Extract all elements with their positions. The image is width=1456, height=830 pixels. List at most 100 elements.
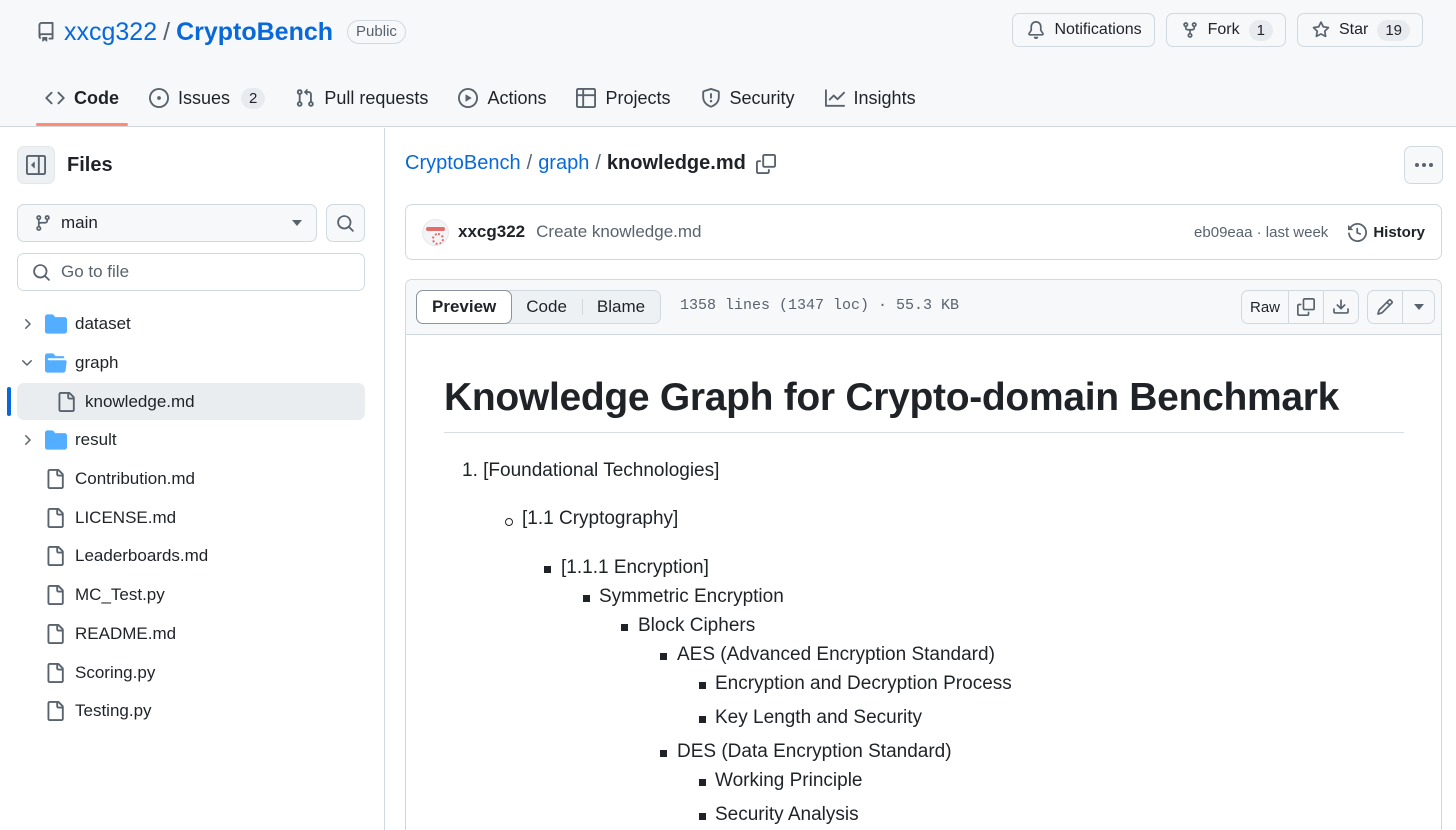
tab-security[interactable]: Security — [692, 78, 804, 118]
edit-dropdown-button[interactable] — [1402, 291, 1434, 323]
file-icon — [47, 585, 64, 606]
commit-author[interactable]: xxcg322 — [458, 222, 525, 242]
commit-message[interactable]: Create knowledge.md — [536, 222, 701, 242]
tab-pull-requests[interactable]: Pull requests — [286, 78, 437, 118]
copy-raw-button[interactable] — [1288, 291, 1323, 323]
bullet-square — [660, 653, 667, 660]
shield-icon — [701, 88, 721, 108]
kebab-horizontal-icon — [1414, 163, 1419, 167]
tab-code-view[interactable]: Code — [511, 291, 582, 323]
tab-projects[interactable]: Projects — [567, 78, 679, 118]
tree-item-label: Scoring.py — [75, 662, 156, 682]
tab-blame[interactable]: Blame — [581, 291, 660, 323]
file-icon — [47, 469, 64, 490]
branch-selector[interactable]: main — [17, 204, 317, 242]
tab-actions[interactable]: Actions — [449, 78, 555, 118]
breadcrumb: CryptoBench / graph / knowledge.md — [405, 152, 776, 175]
tab-insights[interactable]: Insights — [816, 78, 925, 118]
search-icon — [32, 263, 51, 282]
bullet-square — [621, 624, 628, 631]
repo-title: xxcg322 / CryptoBench Public — [36, 14, 406, 50]
chevron-down-icon — [22, 360, 32, 366]
tab-issues-label: Issues — [178, 87, 231, 108]
play-icon — [458, 88, 479, 108]
list-item-text: Security Analysis — [715, 804, 859, 825]
notifications-label: Notifications — [1054, 21, 1142, 38]
breadcrumb-folder-link[interactable]: graph — [538, 152, 589, 175]
tree-item-label: knowledge.md — [85, 391, 195, 411]
raw-actions: Raw — [1241, 290, 1360, 324]
edit-file-button[interactable] — [1368, 291, 1402, 323]
star-button[interactable]: Star 19 — [1296, 13, 1423, 47]
search-files-button[interactable] — [326, 204, 365, 242]
tree-item-readme-md[interactable]: README.md — [0, 615, 385, 654]
files-header: Files — [17, 146, 113, 184]
tab-issues[interactable]: Issues 2 — [140, 78, 274, 118]
breadcrumb-repo-link[interactable]: CryptoBench — [405, 152, 521, 175]
bullet-square — [544, 566, 551, 573]
tree-item-knowledge-md[interactable]: knowledge.md — [0, 382, 385, 421]
repo-name-link[interactable]: CryptoBench — [176, 18, 333, 47]
code-icon — [45, 88, 65, 108]
fork-label: Fork — [1207, 21, 1240, 38]
commit-meta[interactable]: eb09eaa · last week — [1194, 224, 1328, 241]
tree-item-label: dataset — [75, 314, 131, 334]
tree-item-dataset[interactable]: dataset — [0, 305, 385, 344]
repo-icon — [36, 22, 56, 42]
tree-item-testing-py[interactable]: Testing.py — [0, 692, 385, 731]
list-item-text: Working Principle — [715, 770, 863, 791]
tree-item-label: README.md — [75, 623, 177, 643]
bullet-square — [699, 813, 706, 820]
copy-path-button[interactable] — [752, 153, 776, 174]
issue-opened-icon — [149, 88, 169, 108]
raw-button[interactable]: Raw — [1242, 291, 1288, 323]
tab-code[interactable]: Code — [36, 78, 128, 126]
triangle-down-icon — [1413, 304, 1424, 310]
tree-item-license-md[interactable]: LICENSE.md — [0, 498, 385, 537]
history-icon — [1348, 222, 1368, 242]
history-button[interactable]: History — [1348, 222, 1425, 242]
tree-item-mc-test-py[interactable]: MC_Test.py — [0, 576, 385, 615]
repo-title-separator: / — [163, 17, 171, 46]
tab-preview[interactable]: Preview — [416, 290, 513, 324]
go-to-file-input[interactable] — [61, 262, 341, 282]
tree-item-graph[interactable]: graph — [0, 344, 385, 383]
issues-count: 2 — [241, 87, 266, 109]
file-icon — [47, 701, 64, 722]
download-button[interactable] — [1323, 291, 1358, 323]
avatar[interactable] — [422, 218, 449, 246]
tree-item-scoring-py[interactable]: Scoring.py — [0, 653, 385, 692]
table-icon — [576, 88, 597, 108]
markdown-heading: Knowledge Graph for Crypto-domain Benchm… — [444, 376, 1404, 433]
tree-item-result[interactable]: result — [0, 421, 385, 460]
file-info: 1358 lines (1347 loc) · 55.3 KB — [680, 297, 960, 314]
notifications-button[interactable]: Notifications — [1012, 13, 1155, 47]
tree-item-label: graph — [75, 353, 119, 373]
bullet-circle — [505, 518, 513, 526]
fork-button[interactable]: Fork 1 — [1165, 13, 1286, 47]
file-icon — [47, 546, 64, 567]
list-item-text: [1.1 Cryptography] — [522, 508, 679, 529]
file-view: Preview Code Blame 1358 lines (1347 loc)… — [405, 279, 1442, 830]
list-item-text: Block Ciphers — [638, 615, 756, 636]
more-options-button[interactable] — [1404, 146, 1443, 184]
tree-item-contribution-md[interactable]: Contribution.md — [0, 460, 385, 499]
header-actions: Notifications Fork 1 Star 19 — [1012, 13, 1423, 47]
go-to-file-field[interactable] — [17, 253, 365, 291]
tab-insights-label: Insights — [853, 87, 916, 108]
sidebar-collapse-icon — [26, 155, 46, 175]
list-marker: 1. — [462, 460, 478, 481]
repo-owner-link[interactable]: xxcg322 — [64, 18, 157, 47]
tree-item-leaderboards-md[interactable]: Leaderboards.md — [0, 537, 385, 576]
star-icon — [1312, 21, 1330, 39]
tree-item-label: Contribution.md — [75, 469, 196, 489]
tree-item-label: result — [75, 430, 117, 450]
pencil-icon — [1377, 299, 1393, 315]
triangle-down-icon — [292, 220, 302, 226]
file-icon — [58, 391, 75, 412]
list-item-text: Symmetric Encryption — [599, 586, 784, 607]
list-item-text: AES (Advanced Encryption Standard) — [677, 644, 995, 665]
collapse-sidebar-button[interactable] — [17, 146, 55, 184]
copy-icon — [755, 153, 776, 174]
bullet-square — [583, 595, 590, 602]
